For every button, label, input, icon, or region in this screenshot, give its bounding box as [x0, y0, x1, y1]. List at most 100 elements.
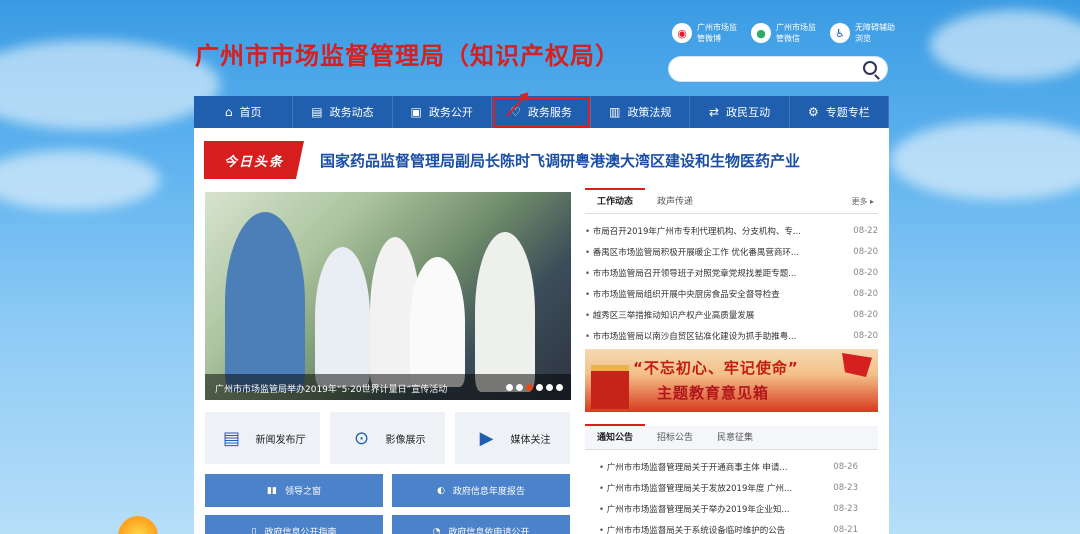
notice-panel: 通知公告 招标公告 民意征集 广州市市场监督管理局关于开通商事主体 申请... 0… — [585, 424, 878, 534]
nav-item-home[interactable]: ⌂ 首页 — [194, 96, 294, 128]
slide-dot[interactable] — [536, 384, 543, 391]
search-icon[interactable] — [863, 61, 877, 75]
slide-dot[interactable] — [506, 384, 513, 391]
nav-item-news[interactable]: ▤ 政务动态 — [293, 96, 393, 128]
wechat-icon: ● — [751, 23, 771, 43]
home-icon: ⌂ — [224, 105, 233, 119]
slide-dot-active[interactable] — [526, 384, 533, 391]
guide-button[interactable]: ▯ 政府信息公开指南 — [205, 515, 383, 534]
doc-icon: ▯ — [251, 526, 257, 534]
nav-item-policy[interactable]: ▥ 政策法规 — [591, 96, 691, 128]
notice-list: 广州市市场监督管理局关于开通商事主体 申请... 08-26 广州市市场监督管理局… — [585, 456, 878, 534]
banner-line2: 主题教育意见箱 — [657, 384, 770, 402]
quick-link-accessibility[interactable]: ♿ 无障碍辅助浏览 — [830, 22, 897, 44]
nav-item-label: 政务动态 — [329, 106, 374, 119]
list-item[interactable]: 市局召开2019年广州市专利代理机构、分支机构、专... 08-22 — [585, 220, 878, 241]
slideshow-dots — [506, 384, 563, 391]
list-item[interactable]: 广州市市场监督局关于系统设备临时维护的公告 08-21 — [599, 519, 858, 534]
flag-icon — [842, 353, 872, 377]
person-icon: ◔ — [432, 526, 441, 534]
info-buttons: ▮▮ 领导之窗 ◐ 政府信息年度报告 ▯ 政府信息公开指南 ◔ 政府信息依申请公… — [205, 474, 570, 534]
quick-link-label: 无障碍辅助浏览 — [855, 23, 895, 43]
photo-slideshow[interactable]: 广州市市场监管局举办2019年“5·20世界计量日”宣传活动 — [205, 192, 571, 400]
headline-tag: 今日头条 — [204, 141, 304, 179]
tab-opinions[interactable]: 民意征集 — [705, 430, 765, 449]
tiananmen-icon — [591, 365, 629, 409]
news-date: 08-20 — [853, 309, 878, 320]
list-item[interactable]: 市市场监管局召开领导班子对照党章党规找差距专题... 08-20 — [585, 262, 878, 283]
annual-report-button[interactable]: ◐ 政府信息年度报告 — [392, 474, 570, 507]
tab-work-news[interactable]: 工作动态 — [585, 188, 646, 213]
list-item[interactable]: 广州市市场监督管理局关于举办2019年企业知... 08-23 — [599, 498, 858, 519]
photo-figure — [475, 232, 535, 392]
nav-item-service[interactable]: ♡ 政务服务 — [492, 96, 592, 128]
quick-link-label: 广州市场监管微博 — [697, 23, 737, 43]
slide-dot[interactable] — [516, 384, 523, 391]
theme-education-banner[interactable]: “不忘初心、牢记使命” 主题教育意见箱 — [585, 349, 878, 412]
banner-line1: “不忘初心、牢记使命” — [633, 359, 799, 377]
search-input[interactable] — [668, 56, 888, 82]
weibo-icon: ◉ — [672, 23, 692, 43]
tab-voice[interactable]: 政声传递 — [645, 194, 705, 213]
news-icon: ▤ — [311, 105, 323, 119]
list-item[interactable]: 广州市市场监督管理局关于开通商事主体 申请... 08-26 — [599, 456, 858, 477]
play-icon: ⊙ — [353, 427, 370, 449]
list-item[interactable]: 市市场监管局以南沙自贸区钻准化建设为抓手助推粤... 08-20 — [585, 325, 878, 346]
list-item[interactable]: 市市场监管局组织开展中央厨房食品安全督导检查 08-20 — [585, 283, 878, 304]
quick-links: ◉ 广州市场监管微博 ● 广州市场监管微信 ♿ 无障碍辅助浏览 — [672, 22, 897, 44]
quick-link-weibo[interactable]: ◉ 广州市场监管微博 — [672, 22, 739, 44]
media-tiles: ▤ 新闻发布厅 ⊙ 影像展示 ▶ 媒体关注 — [205, 412, 570, 464]
news-title: 市市场监管局组织开展中央厨房食品安全督导检查 — [585, 288, 780, 300]
tab-notices[interactable]: 通知公告 — [585, 424, 646, 449]
press-icon: ▤ — [222, 427, 240, 449]
slide-dot[interactable] — [556, 384, 563, 391]
tile-video[interactable]: ⊙ 影像展示 — [330, 412, 445, 464]
main-nav: ⌂ 首页 ▤ 政务动态 ▣ 政务公开 ♡ 政务服务 ▥ 政策法规 ⇄ 政民互动 … — [194, 96, 889, 128]
tile-label: 新闻发布厅 — [255, 434, 306, 446]
headline-link[interactable]: 国家药品监督管理局副局长陈时飞调研粤港澳大湾区建设和生物医药产业 — [320, 150, 800, 171]
book-icon: ▮▮ — [267, 485, 277, 496]
tab-tenders[interactable]: 招标公告 — [645, 430, 705, 449]
slide-dot[interactable] — [546, 384, 553, 391]
news-date: 08-22 — [853, 225, 878, 236]
request-button[interactable]: ◔ 政府信息依申请公开 — [392, 515, 570, 534]
button-label: 政府信息依申请公开 — [448, 528, 530, 534]
news-date: 08-20 — [853, 246, 878, 257]
tile-label: 媒体关注 — [510, 434, 551, 446]
nav-item-interact[interactable]: ⇄ 政民互动 — [690, 96, 790, 128]
headline-row: 今日头条 国家药品监督管理局副局长陈时飞调研粤港澳大湾区建设和生物医药产业 — [204, 141, 800, 179]
news-panel: 工作动态 政声传递 更多 ▸ 市局召开2019年广州市专利代理机构、分支机构、专… — [585, 188, 878, 346]
photo-figure — [315, 247, 370, 387]
list-item[interactable]: 番禺区市场监管局积极开展暖企工作 优化番禺营商环... 08-20 — [585, 241, 878, 262]
notice-date: 08-23 — [833, 482, 858, 493]
photo-figure — [410, 257, 465, 387]
compass-icon: ◐ — [437, 485, 445, 496]
cloud-decoration — [890, 120, 1080, 200]
notice-tabs: 通知公告 招标公告 民意征集 — [585, 424, 878, 450]
news-tabs: 工作动态 政声传递 更多 ▸ — [585, 188, 878, 214]
quick-link-label: 广州市场监管微信 — [776, 23, 816, 43]
more-link[interactable]: 更多 ▸ — [851, 196, 874, 207]
tile-label: 影像展示 — [385, 434, 426, 446]
cloud-decoration — [0, 150, 160, 210]
sun-decoration — [118, 516, 158, 534]
nav-item-topic[interactable]: ⚙ 专题专栏 — [790, 96, 889, 128]
list-item[interactable]: 广州市市场监督管理局关于发放2019年度 广州... 08-23 — [599, 477, 858, 498]
nav-item-open[interactable]: ▣ 政务公开 — [393, 96, 492, 128]
tile-media[interactable]: ▶ 媒体关注 — [455, 412, 570, 464]
cloud-decoration — [0, 40, 220, 130]
button-label: 政府信息公开指南 — [264, 528, 337, 534]
notice-title: 广州市市场监督管理局关于发放2019年度 广州... — [599, 482, 792, 494]
cloud-decoration — [930, 10, 1080, 80]
leaders-button[interactable]: ▮▮ 领导之窗 — [205, 474, 383, 507]
news-title: 越秀区三举措推动知识产权产业高质量发展 — [585, 309, 755, 321]
quick-link-wechat[interactable]: ● 广州市场监管微信 — [751, 22, 818, 44]
list-item[interactable]: 越秀区三举措推动知识产权产业高质量发展 08-20 — [585, 304, 878, 325]
accessibility-icon: ♿ — [830, 23, 850, 43]
site-title: 广州市市场监督管理局（知识产权局） — [195, 42, 620, 70]
tile-press[interactable]: ▤ 新闻发布厅 — [205, 412, 320, 464]
nav-item-label: 政务公开 — [428, 106, 473, 119]
button-label: 领导之窗 — [284, 487, 321, 497]
open-icon: ▣ — [410, 105, 422, 119]
news-date: 08-20 — [853, 267, 878, 278]
